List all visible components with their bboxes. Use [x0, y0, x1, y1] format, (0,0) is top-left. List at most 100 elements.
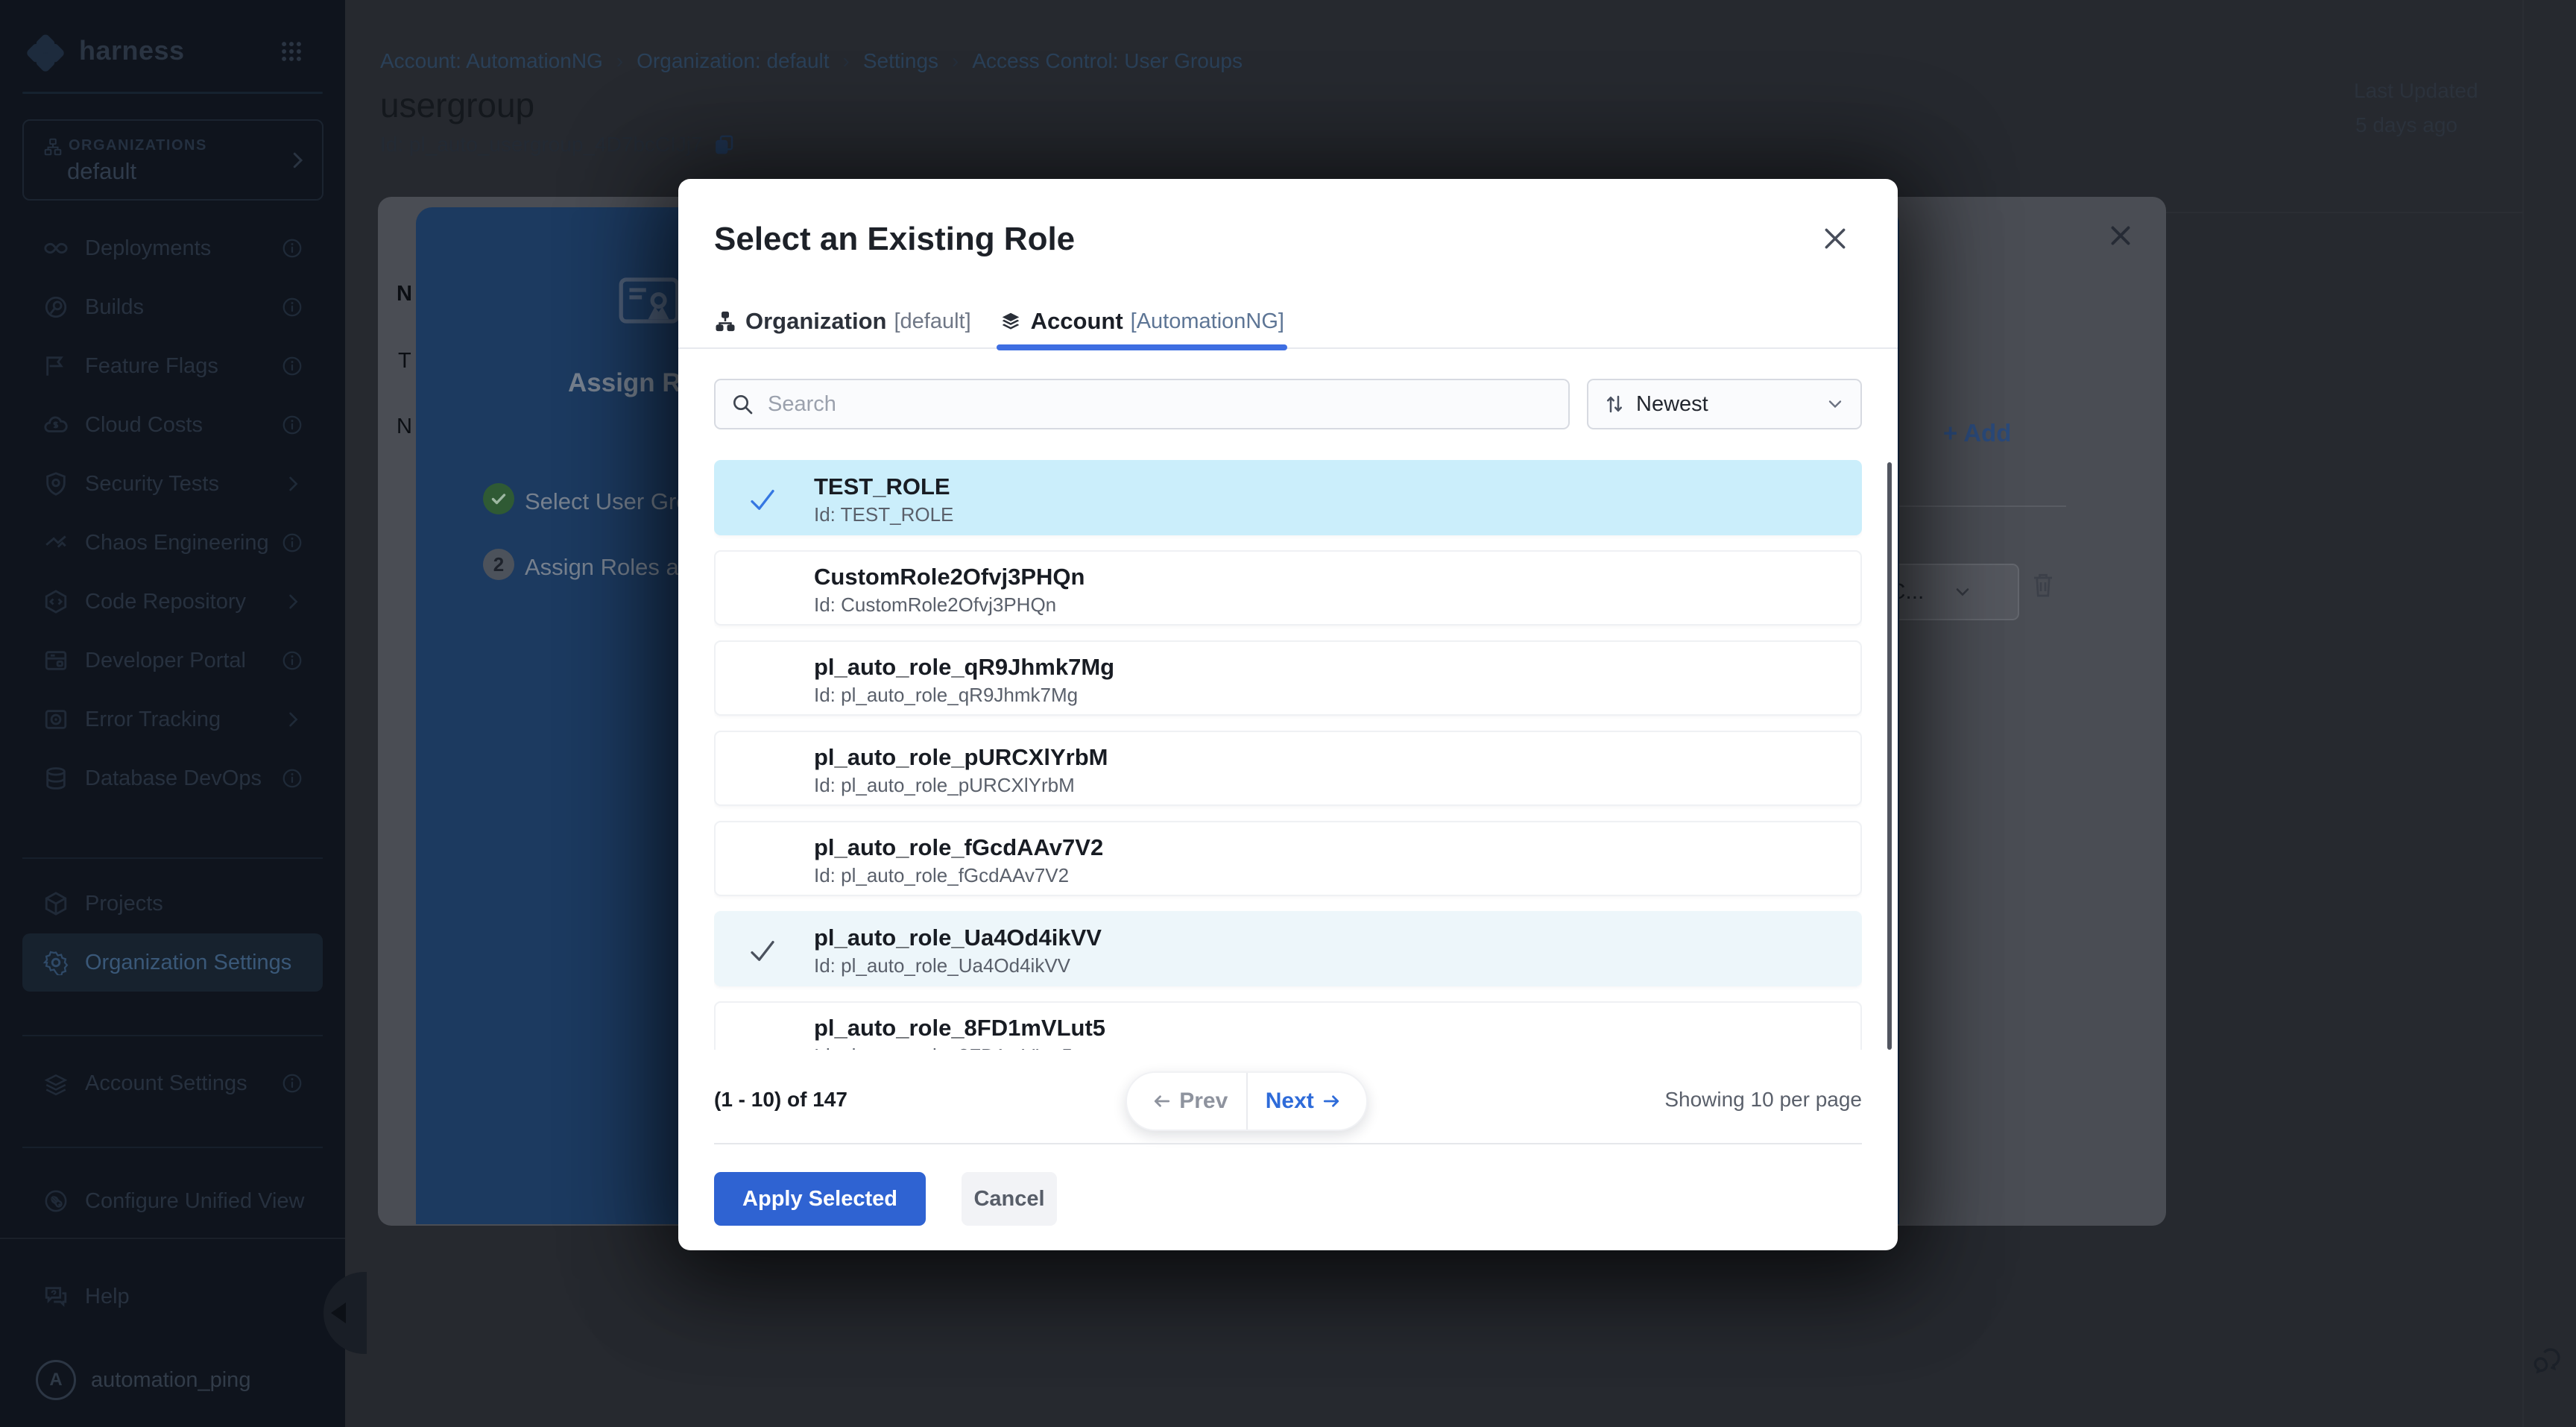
entity-id-text: Id: pl_auto_usergroup_4D7bcCIJj7 — [380, 133, 703, 157]
chevron-right-icon[interactable] — [282, 591, 303, 612]
clipped-text-fragment: N — [397, 415, 412, 439]
arrow-right-icon — [1320, 1090, 1342, 1112]
add-role-button[interactable]: + Add — [1943, 419, 2011, 447]
sidebar-item-deployments[interactable]: Deployments — [22, 219, 323, 277]
security-tests-icon — [43, 471, 69, 497]
info-icon[interactable] — [281, 649, 303, 672]
sidebar-item-builds[interactable]: Builds — [22, 278, 323, 336]
sidebar-item-projects[interactable]: Projects — [22, 875, 323, 933]
cloud-costs-icon — [43, 412, 69, 438]
code-repository-icon — [43, 589, 69, 614]
info-icon[interactable] — [281, 355, 303, 377]
cancel-button[interactable]: Cancel — [962, 1172, 1057, 1226]
info-icon[interactable] — [281, 1072, 303, 1094]
sidebar-item-error-tracking[interactable]: Error Tracking — [22, 690, 323, 749]
feature-flags-icon — [43, 353, 69, 379]
info-icon[interactable] — [281, 532, 303, 554]
step-complete-icon — [483, 483, 514, 514]
pagination-controls: Prev Next — [1126, 1071, 1368, 1131]
search-box — [714, 379, 1570, 429]
chevron-left-icon — [331, 1302, 346, 1323]
wizard-step1-label: Select User Gro — [525, 488, 689, 515]
info-icon[interactable] — [281, 296, 303, 318]
check-icon — [747, 935, 778, 966]
clipped-text-fragment: T — [398, 349, 411, 374]
sidebar-collapse-handle[interactable] — [323, 1272, 367, 1354]
page-title: usergroup — [380, 85, 534, 125]
sidebar-item-organization-settings[interactable]: Organization Settings — [22, 933, 323, 992]
next-page-button[interactable]: Next — [1248, 1073, 1367, 1130]
sidebar-item-account-settings[interactable]: Account Settings — [22, 1054, 323, 1112]
sidebar-divider — [22, 1147, 323, 1148]
harness-diamond-icon — [22, 28, 69, 74]
tab-organization[interactable]: Organization [default] — [714, 295, 971, 347]
role-row[interactable]: pl_auto_role_qR9Jhmk7Mg Id: pl_auto_role… — [714, 640, 1862, 716]
builds-icon — [43, 294, 69, 320]
role-row[interactable]: pl_auto_role_Ua4Od4ikVV Id: pl_auto_role… — [714, 911, 1862, 986]
role-row[interactable]: CustomRole2Ofvj3PHQn Id: CustomRole2Ofvj… — [714, 550, 1862, 626]
apply-selected-button[interactable]: Apply Selected — [714, 1172, 926, 1226]
breadcrumb-organization[interactable]: Organization: default — [637, 49, 829, 73]
breadcrumb-account[interactable]: Account: AutomationNG — [380, 49, 603, 73]
sidebar-item-cloud-costs[interactable]: Cloud Costs — [22, 396, 323, 454]
sidebar-divider — [22, 92, 323, 94]
role-row[interactable]: pl_auto_role_fGcdAAv7V2 Id: pl_auto_role… — [714, 821, 1862, 896]
header-divider — [2166, 212, 2522, 213]
breadcrumb-separator-icon: › — [616, 49, 623, 73]
breadcrumb-separator-icon: › — [843, 49, 850, 73]
role-list: TEST_ROLE Id: TEST_ROLE CustomRole2Ofvj3… — [714, 460, 1862, 1050]
chat-widget-icon[interactable] — [2531, 1345, 2564, 1378]
sidebar-section-divider — [0, 1238, 345, 1239]
search-icon — [730, 392, 754, 416]
info-icon[interactable] — [281, 414, 303, 436]
sidebar-item-developer-portal[interactable]: Developer Portal — [22, 631, 323, 690]
dialog-divider — [1895, 505, 2066, 507]
sort-arrows-icon — [1603, 393, 1626, 415]
module-grid-icon[interactable] — [279, 39, 304, 64]
deployments-icon — [43, 236, 69, 261]
sidebar-item-chaos-engineering[interactable]: Chaos Engineering — [22, 514, 323, 572]
user-profile[interactable]: A automation_ping — [36, 1360, 250, 1400]
role-row[interactable]: pl_auto_role_pURCXlYrbM Id: pl_auto_role… — [714, 731, 1862, 806]
close-icon[interactable] — [2107, 222, 2134, 249]
chevron-down-icon — [1952, 582, 1973, 602]
copy-icon[interactable] — [713, 133, 736, 156]
harness-logo[interactable]: harness — [22, 31, 321, 70]
check-icon — [747, 484, 778, 515]
sidebar-item-configure-unified-view[interactable]: Configure Unified View — [22, 1172, 323, 1230]
breadcrumb-settings[interactable]: Settings — [863, 49, 938, 73]
chevron-right-icon[interactable] — [282, 473, 303, 494]
chevron-right-icon[interactable] — [282, 709, 303, 730]
user-name: automation_ping — [91, 1368, 250, 1393]
prev-page-button[interactable]: Prev — [1127, 1073, 1248, 1130]
last-updated-value: 5 days ago — [2355, 113, 2457, 137]
sidebar-item-help[interactable]: Help — [22, 1267, 323, 1326]
chevron-down-icon — [1825, 394, 1846, 415]
sidebar-item-code-repository[interactable]: Code Repository — [22, 573, 323, 631]
info-icon[interactable] — [281, 767, 303, 790]
sidebar-divider — [22, 1035, 323, 1036]
sidebar-item-database-devops[interactable]: Database DevOps — [22, 749, 323, 807]
role-row[interactable]: TEST_ROLE Id: TEST_ROLE — [714, 460, 1862, 535]
tab-account[interactable]: Account [AutomationNG] — [1000, 295, 1284, 347]
role-row[interactable]: pl_auto_role_8FD1mVLut5 Id: pl_auto_role… — [714, 1001, 1862, 1050]
close-icon[interactable] — [1814, 218, 1856, 259]
org-selector-value: default — [67, 158, 136, 185]
org-selector-label: ORGANIZATIONS — [69, 137, 207, 154]
breadcrumb-separator-icon: › — [952, 49, 959, 73]
organization-selector[interactable]: ORGANIZATIONS default — [22, 119, 323, 201]
list-scrollbar[interactable] — [1887, 462, 1892, 1050]
scope-tabs: Organization [default] Account [Automati… — [678, 295, 1898, 349]
sidebar-item-security-tests[interactable]: Security Tests — [22, 455, 323, 513]
trash-icon[interactable] — [2030, 570, 2056, 599]
breadcrumb-access-control[interactable]: Access Control: User Groups — [972, 49, 1243, 73]
database-devops-icon — [43, 766, 69, 791]
per-page-label: Showing 10 per page — [1664, 1088, 1862, 1112]
sidebar: harness ORGANIZATIONS default Deployment… — [0, 0, 345, 1427]
info-icon[interactable] — [281, 237, 303, 259]
search-input[interactable] — [766, 391, 1568, 418]
sidebar-item-feature-flags[interactable]: Feature Flags — [22, 337, 323, 395]
entity-id-row: Id: pl_auto_usergroup_4D7bcCIJj7 — [380, 133, 736, 157]
chaos-engineering-icon — [43, 530, 69, 555]
sort-dropdown[interactable]: Newest — [1587, 379, 1862, 429]
